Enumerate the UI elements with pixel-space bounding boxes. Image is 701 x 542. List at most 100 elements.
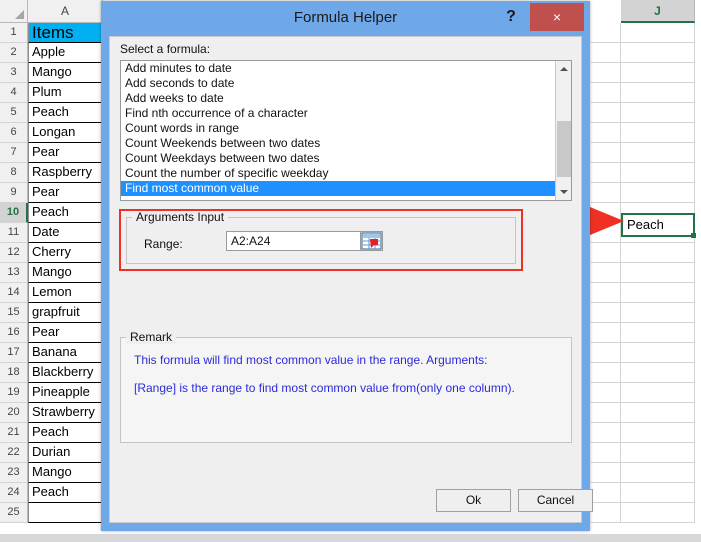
grid-cell[interactable] — [621, 63, 695, 83]
cell-a4[interactable]: Plum — [28, 83, 103, 103]
cell-a16[interactable]: Pear — [28, 323, 103, 343]
row-header-21[interactable]: 21 — [0, 423, 28, 443]
row-header-1[interactable]: 1 — [0, 23, 28, 43]
grid-cell[interactable] — [621, 423, 695, 443]
grid-cell[interactable] — [621, 363, 695, 383]
cell-a25[interactable] — [28, 503, 103, 523]
grid-cell[interactable] — [621, 263, 695, 283]
grid-cell[interactable] — [591, 43, 621, 63]
row-header-22[interactable]: 22 — [0, 443, 28, 463]
row-header-7[interactable]: 7 — [0, 143, 28, 163]
cell-a7[interactable]: Pear — [28, 143, 103, 163]
formula-list-item[interactable]: Count Weekdays between two dates — [121, 151, 571, 166]
cell-a2[interactable]: Apple — [28, 43, 103, 63]
grid-cell[interactable] — [591, 23, 621, 43]
help-icon[interactable]: ? — [500, 5, 522, 29]
cell-a6[interactable]: Longan — [28, 123, 103, 143]
cell-a21[interactable]: Peach — [28, 423, 103, 443]
grid-cell[interactable] — [621, 383, 695, 403]
formula-list-item[interactable]: Add weeks to date — [121, 91, 571, 106]
grid-cell[interactable] — [621, 23, 695, 43]
row-header-20[interactable]: 20 — [0, 403, 28, 423]
grid-cell[interactable] — [591, 383, 621, 403]
grid-cell[interactable] — [591, 123, 621, 143]
grid-cell[interactable] — [621, 343, 695, 363]
grid-cell[interactable] — [621, 163, 695, 183]
scroll-up-icon[interactable] — [556, 61, 571, 77]
grid-cell[interactable] — [621, 103, 695, 123]
row-header-3[interactable]: 3 — [0, 63, 28, 83]
grid-cell[interactable] — [621, 123, 695, 143]
row-header-6[interactable]: 6 — [0, 123, 28, 143]
row-header-12[interactable]: 12 — [0, 243, 28, 263]
select-all-triangle-icon[interactable] — [0, 0, 28, 23]
cell-a12[interactable]: Cherry — [28, 243, 103, 263]
grid-cell[interactable] — [621, 303, 695, 323]
cell-a8[interactable]: Raspberry — [28, 163, 103, 183]
column-header-a[interactable]: A — [28, 0, 103, 23]
row-header-2[interactable]: 2 — [0, 43, 28, 63]
grid-cell[interactable] — [591, 243, 621, 263]
grid-cell[interactable] — [591, 283, 621, 303]
grid-cell[interactable] — [621, 183, 695, 203]
grid-cell[interactable] — [621, 83, 695, 103]
grid-cell[interactable] — [621, 243, 695, 263]
grid-cell[interactable] — [621, 283, 695, 303]
dialog-titlebar[interactable]: Formula Helper ? × — [101, 1, 590, 36]
row-header-24[interactable]: 24 — [0, 483, 28, 503]
row-header-9[interactable]: 9 — [0, 183, 28, 203]
row-header-18[interactable]: 18 — [0, 363, 28, 383]
cell-a14[interactable]: Lemon — [28, 283, 103, 303]
grid-cell[interactable] — [621, 483, 695, 503]
row-header-17[interactable]: 17 — [0, 343, 28, 363]
grid-cell[interactable] — [591, 103, 621, 123]
close-button[interactable]: × — [530, 3, 584, 31]
formula-list-item[interactable]: Find nth occurrence of a character — [121, 106, 571, 121]
row-header-14[interactable]: 14 — [0, 283, 28, 303]
grid-cell[interactable] — [591, 263, 621, 283]
cell-a15[interactable]: grapfruit — [28, 303, 103, 323]
ok-button[interactable]: Ok — [436, 489, 511, 512]
formula-list-item[interactable]: Count words in range — [121, 121, 571, 136]
grid-cell[interactable] — [621, 43, 695, 63]
cell-a22[interactable]: Durian — [28, 443, 103, 463]
formula-list-item[interactable]: Add seconds to date — [121, 76, 571, 91]
grid-cell[interactable] — [591, 183, 621, 203]
cell-a24[interactable]: Peach — [28, 483, 103, 503]
grid-cell[interactable] — [591, 143, 621, 163]
cell-a3[interactable]: Mango — [28, 63, 103, 83]
grid-cell[interactable] — [621, 143, 695, 163]
grid-cell[interactable] — [621, 403, 695, 423]
row-header-10[interactable]: 10 — [0, 203, 28, 223]
grid-cell[interactable] — [591, 343, 621, 363]
cell-a18[interactable]: Blackberry — [28, 363, 103, 383]
grid-cell[interactable] — [591, 303, 621, 323]
row-header-16[interactable]: 16 — [0, 323, 28, 343]
formula-listbox[interactable]: Add minutes to date Add seconds to date Ad… — [120, 60, 572, 201]
result-cell-j11[interactable]: Peach — [621, 213, 695, 237]
grid-cell[interactable] — [591, 363, 621, 383]
formula-list-item[interactable]: Count Weekends between two dates — [121, 136, 571, 151]
cell-a9[interactable]: Pear — [28, 183, 103, 203]
grid-cell[interactable] — [591, 503, 621, 523]
column-header-j[interactable]: J — [621, 0, 695, 23]
row-header-25[interactable]: 25 — [0, 503, 28, 523]
grid-cell[interactable] — [591, 483, 621, 503]
cell-a13[interactable]: Mango — [28, 263, 103, 283]
row-header-23[interactable]: 23 — [0, 463, 28, 483]
cell-a23[interactable]: Mango — [28, 463, 103, 483]
row-header-4[interactable]: 4 — [0, 83, 28, 103]
row-header-15[interactable]: 15 — [0, 303, 28, 323]
grid-cell[interactable] — [591, 323, 621, 343]
grid-cell[interactable] — [621, 503, 695, 523]
cell-a5[interactable]: Peach — [28, 103, 103, 123]
grid-cell[interactable] — [621, 443, 695, 463]
cell-a19[interactable]: Pineapple — [28, 383, 103, 403]
listbox-scrollbar[interactable] — [555, 61, 571, 200]
formula-list-item[interactable]: Add minutes to date — [121, 61, 571, 76]
row-header-11[interactable]: 11 — [0, 223, 28, 243]
grid-cell[interactable] — [591, 63, 621, 83]
fill-handle[interactable] — [691, 233, 696, 238]
cancel-button[interactable]: Cancel — [518, 489, 593, 512]
formula-list-item[interactable]: Find most common value — [121, 181, 571, 196]
